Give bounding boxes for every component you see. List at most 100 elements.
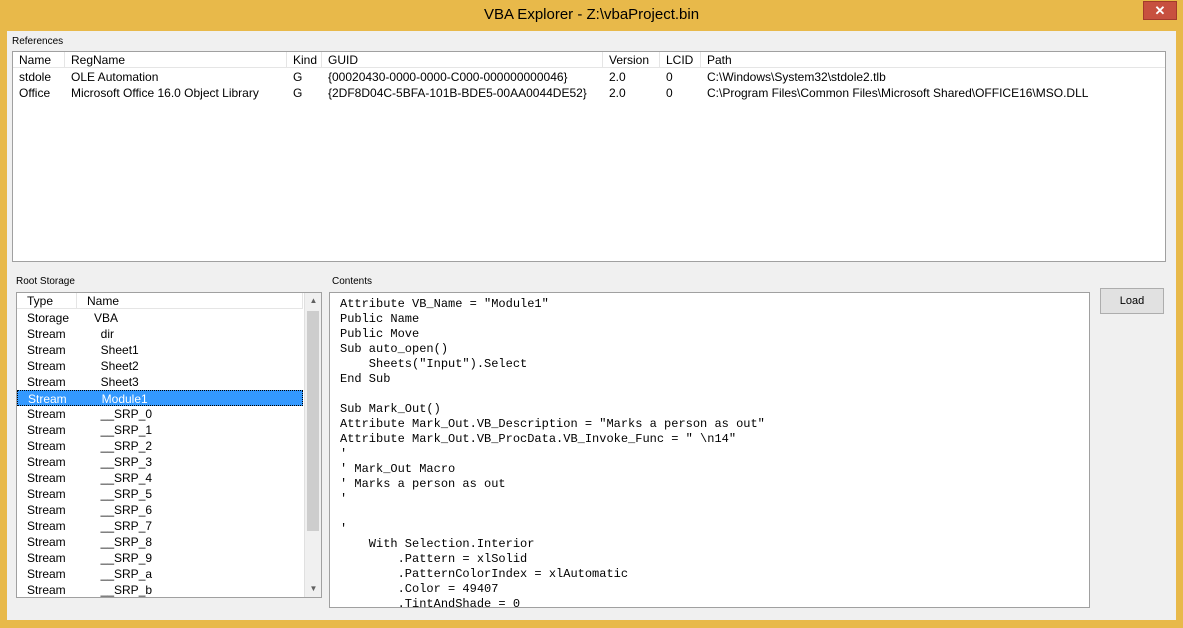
storage-name: __SRP_1 <box>94 423 153 437</box>
reference-cell-guid: {2DF8D04C-5BFA-101B-BDE5-00AA0044DE52} <box>328 86 587 100</box>
storage-row[interactable]: Stream __SRP_5 <box>17 486 303 502</box>
storage-row[interactable]: Stream __SRP_0 <box>17 406 303 422</box>
storage-type: Stream <box>27 551 66 565</box>
close-icon: ✕ <box>1154 2 1166 18</box>
column-header-guid[interactable]: GUID <box>322 52 603 68</box>
storage-name: __SRP_3 <box>94 455 153 469</box>
column-header-version[interactable]: Version <box>603 52 660 68</box>
storage-type: Stream <box>28 392 67 406</box>
code-line: Sub auto_open() <box>340 342 449 356</box>
storage-type: Stream <box>27 455 66 469</box>
column-header-lcid[interactable]: LCID <box>660 52 701 68</box>
references-list[interactable]: Name RegName Kind GUID Version LCID Path stdol… <box>12 51 1166 262</box>
reference-row[interactable]: stdole OLE Automation G {00020430-0000-0000… <box>13 69 1165 85</box>
code-line: .TintAndShade = 0 <box>340 597 521 608</box>
column-header-regname[interactable]: RegName <box>65 52 287 68</box>
storage-row[interactable]: Stream dir <box>17 326 303 342</box>
storage-name: Sheet1 <box>94 343 139 357</box>
storage-name: dir <box>94 327 115 341</box>
code-line: ' Mark_Out Macro <box>340 462 456 476</box>
storage-row[interactable]: Stream __SRP_4 <box>17 470 303 486</box>
code-line: Public Move <box>340 327 420 341</box>
code-line: With Selection.Interior <box>340 537 535 551</box>
storage-row[interactable]: Stream Sheet2 <box>17 358 303 374</box>
storage-row[interactable]: Stream __SRP_9 <box>17 550 303 566</box>
column-header-name[interactable]: Name <box>13 52 65 68</box>
code-line: End Sub <box>340 372 391 386</box>
scroll-down-arrow-icon[interactable]: ▼ <box>305 581 321 597</box>
storage-name: Sheet2 <box>94 359 139 373</box>
code-line: Sub Mark_Out() <box>340 402 441 416</box>
storage-type: Stream <box>27 487 66 501</box>
title-bar: VBA Explorer - Z:\vbaProject.bin ✕ <box>0 0 1183 31</box>
storage-row[interactable]: Stream __SRP_6 <box>17 502 303 518</box>
storage-row[interactable]: Stream Sheet1 <box>17 342 303 358</box>
reference-cell-name: Office <box>19 86 51 100</box>
storage-row[interactable]: Stream __SRP_7 <box>17 518 303 534</box>
storage-type: Stream <box>27 471 66 485</box>
storage-name: __SRP_2 <box>94 439 153 453</box>
storage-type: Stream <box>27 327 66 341</box>
code-line: Sheets("Input").Select <box>340 357 528 371</box>
column-header-type[interactable]: Type <box>17 293 77 309</box>
reference-cell-guid: {00020430-0000-0000-C000-000000000046} <box>328 70 568 84</box>
storage-row[interactable]: Stream Module1 <box>17 390 303 406</box>
storage-name: __SRP_6 <box>94 503 153 517</box>
contents-textbox[interactable]: Attribute VB_Name = "Module1" Public Name… <box>329 292 1090 608</box>
code-line: Public Name <box>340 312 420 326</box>
code-line: .PatternColorIndex = xlAutomatic <box>340 567 629 581</box>
code-line: ' <box>340 492 348 506</box>
root-storage-scrollbar[interactable]: ▲ ▼ <box>304 293 321 597</box>
column-header-name[interactable]: Name <box>77 293 303 309</box>
code-line: Attribute Mark_Out.VB_Description = "Mar… <box>340 417 765 431</box>
storage-name: __SRP_b <box>94 583 153 597</box>
storage-name: __SRP_9 <box>94 551 153 565</box>
storage-row[interactable]: Stream __SRP_8 <box>17 534 303 550</box>
storage-name: __SRP_5 <box>94 487 153 501</box>
storage-row[interactable]: Stream __SRP_2 <box>17 438 303 454</box>
storage-name: VBA <box>94 311 119 325</box>
storage-type: Stream <box>27 583 66 597</box>
storage-row[interactable]: Storage VBA <box>17 310 303 326</box>
root-storage-list[interactable]: Type Name Storage VBA Stream dir Stream Shee… <box>16 292 322 598</box>
storage-name: __SRP_4 <box>94 471 153 485</box>
storage-row[interactable]: Stream Sheet3 <box>17 374 303 390</box>
reference-cell-version: 2.0 <box>609 70 626 84</box>
code-view: Attribute VB_Name = "Module1" Public Name… <box>340 297 765 608</box>
storage-name: Sheet3 <box>94 375 139 389</box>
reference-cell-kind: G <box>293 86 303 100</box>
storage-row[interactable]: Stream __SRP_3 <box>17 454 303 470</box>
storage-type: Stream <box>27 439 66 453</box>
references-label: References <box>12 36 64 47</box>
storage-row[interactable]: Stream __SRP_1 <box>17 422 303 438</box>
storage-row[interactable]: Stream __SRP_a <box>17 566 303 582</box>
contents-label: Contents <box>332 276 373 287</box>
load-button[interactable]: Load <box>1100 288 1164 314</box>
scroll-thumb[interactable] <box>307 311 319 531</box>
reference-cell-path: C:\Program Files\Common Files\Microsoft … <box>707 86 1089 100</box>
root-storage-header: Type Name <box>17 293 303 309</box>
storage-type: Stream <box>27 423 66 437</box>
reference-cell-regname: OLE Automation <box>71 70 159 84</box>
storage-type: Stream <box>27 375 66 389</box>
storage-row[interactable]: Stream __SRP_b <box>17 582 303 597</box>
reference-row[interactable]: Office Microsoft Office 16.0 Object Libra… <box>13 85 1165 101</box>
reference-cell-version: 2.0 <box>609 86 626 100</box>
reference-cell-lcid: 0 <box>666 70 673 84</box>
scroll-up-arrow-icon[interactable]: ▲ <box>305 293 321 309</box>
code-line: ' Marks a person as out <box>340 477 506 491</box>
code-line: .Color = 49407 <box>340 582 499 596</box>
client-area: References Name RegName Kind GUID Version LCI… <box>7 31 1176 620</box>
reference-cell-lcid: 0 <box>666 86 673 100</box>
storage-type: Stream <box>27 567 66 581</box>
close-button[interactable]: ✕ <box>1143 1 1177 20</box>
storage-name: Module1 <box>95 392 148 406</box>
storage-type: Stream <box>27 407 66 421</box>
reference-cell-name: stdole <box>19 70 52 84</box>
reference-cell-path: C:\Windows\System32\stdole2.tlb <box>707 70 886 84</box>
reference-cell-kind: G <box>293 70 303 84</box>
column-header-kind[interactable]: Kind <box>287 52 322 68</box>
column-header-path[interactable]: Path <box>701 52 1165 68</box>
storage-type: Stream <box>27 359 66 373</box>
code-line: .Pattern = xlSolid <box>340 552 528 566</box>
